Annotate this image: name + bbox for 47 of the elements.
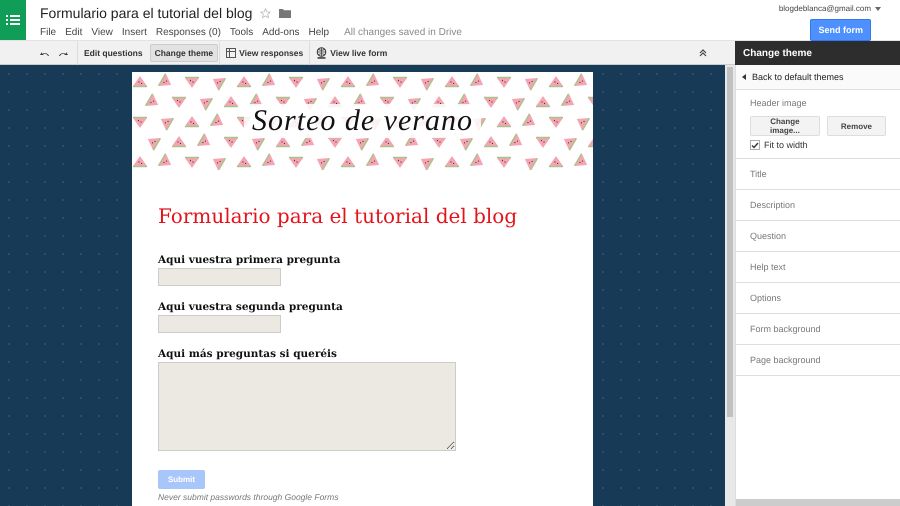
document-title[interactable]: Formulario para el tutorial del blog bbox=[40, 5, 252, 21]
answer-field[interactable] bbox=[158, 315, 281, 333]
menu-item[interactable]: Help bbox=[308, 26, 334, 38]
question-label: Aqui vuestra segunda pregunta bbox=[158, 301, 343, 313]
theme-section-item[interactable]: Description bbox=[736, 190, 900, 221]
menu-item[interactable]: Add-ons bbox=[262, 26, 304, 38]
header-title: Sorteo de verano bbox=[244, 104, 481, 138]
menu-item[interactable]: File bbox=[40, 26, 60, 38]
theme-section-item[interactable]: Title bbox=[736, 159, 900, 190]
chevron-left-icon bbox=[742, 74, 746, 80]
save-status: All changes saved in Drive bbox=[344, 26, 462, 38]
checkbox-label[interactable]: Fit to width bbox=[764, 140, 808, 150]
menu-item[interactable]: Insert bbox=[122, 26, 151, 38]
toolbar-button[interactable]: Edit questions bbox=[79, 44, 148, 62]
vertical-scrollbar[interactable] bbox=[725, 65, 735, 506]
toolbar-button[interactable]: View responses bbox=[221, 44, 308, 62]
toolbar-button[interactable]: View live form bbox=[311, 44, 392, 62]
question-label: Aqui más preguntas si queréis bbox=[158, 348, 337, 360]
menu-item[interactable]: Tools bbox=[230, 26, 258, 38]
back-link[interactable]: Back to default themes bbox=[736, 65, 900, 90]
globe-icon bbox=[316, 46, 328, 58]
panel-button[interactable]: Remove bbox=[826, 116, 886, 136]
menu-item[interactable]: Edit bbox=[65, 26, 86, 38]
horizontal-scrollbar[interactable] bbox=[736, 499, 900, 506]
caret-icon[interactable] bbox=[875, 6, 881, 10]
menu-item[interactable]: View bbox=[91, 26, 117, 38]
question-label: Aqui vuestra primera pregunta bbox=[158, 254, 340, 266]
account-email[interactable]: blogdeblanca@gmail.com bbox=[778, 4, 871, 13]
panel-button[interactable]: Change image... bbox=[750, 116, 820, 136]
toolbar-button[interactable]: Change theme bbox=[150, 44, 218, 62]
privacy-note: Never submit passwords through Google Forms bbox=[158, 492, 340, 502]
checkbox[interactable] bbox=[750, 140, 760, 150]
grid-icon bbox=[226, 48, 236, 58]
star-icon[interactable] bbox=[260, 8, 272, 18]
theme-section-item[interactable]: Help text bbox=[736, 252, 900, 283]
theme-section-item[interactable]: Options bbox=[736, 283, 900, 314]
form-title: Formulario para el tutorial del blog bbox=[158, 204, 518, 228]
theme-section-item[interactable]: Form background bbox=[736, 314, 900, 345]
theme-section-item[interactable]: Question bbox=[736, 221, 900, 252]
menu-item[interactable]: Responses (0) bbox=[156, 26, 225, 38]
forms-logo-icon[interactable] bbox=[0, 0, 26, 40]
answer-field[interactable] bbox=[158, 268, 281, 286]
theme-section-item[interactable]: Page background bbox=[736, 345, 900, 376]
collapse-icon[interactable] bbox=[699, 48, 707, 56]
folder-icon[interactable] bbox=[279, 8, 292, 18]
section-label: Header image bbox=[750, 98, 808, 108]
panel-title: Change theme bbox=[735, 41, 900, 65]
